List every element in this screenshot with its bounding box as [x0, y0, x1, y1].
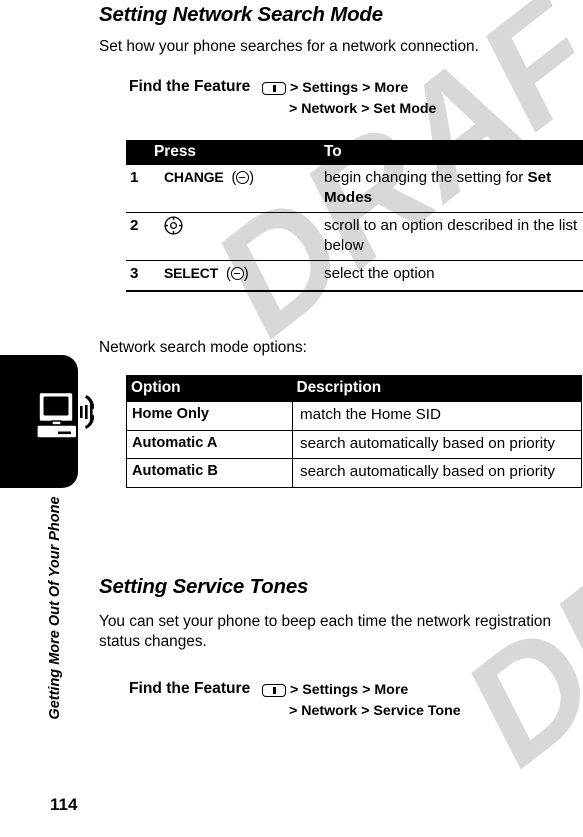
menu-path-line-2: > Network > Set Mode [289, 101, 437, 117]
options-intro: Network search mode options: [99, 339, 307, 356]
table-row: Automatic B search automatically based o… [126, 458, 582, 488]
chapter-title: Getting More Out Of Your Phone [47, 496, 63, 720]
find-the-feature-service-tones: Find the Feature > Settings > More > Net… [99, 680, 567, 722]
menu-path-line-1: > Settings > More [290, 80, 409, 96]
page-content: Setting Network Search Mode Set how your… [99, 0, 583, 837]
menu-key-icon [262, 82, 286, 95]
options-table-header-row: Option Description [126, 375, 582, 402]
table-row: 3 SELECT () select the option [126, 260, 583, 292]
option-description: search automatically based on priority [292, 458, 582, 488]
soft-key-paren: () [222, 266, 249, 282]
find-the-feature-label: Find the Feature [129, 680, 251, 697]
section-heading-service-tones: Setting Service Tones [99, 575, 309, 598]
step-description: begin changing the setting for Set Modes [320, 165, 583, 213]
soft-key-icon [236, 171, 250, 184]
table-row: Automatic A search automatically based o… [126, 429, 582, 459]
page-title: Setting Network Search Mode [99, 3, 383, 26]
page-number: 114 [50, 795, 78, 814]
menu-key-icon [262, 684, 286, 697]
options-header-option: Option [126, 375, 293, 402]
navigation-key-icon [164, 216, 183, 235]
step-description-text: begin changing the setting for [324, 169, 528, 186]
soft-key-paren: () [227, 170, 255, 186]
step-number: 2 [126, 212, 150, 261]
table-row: 2 scroll to an option described in the l… [126, 212, 583, 261]
step-description: select the option [320, 260, 583, 292]
find-the-feature-network-search: Find the Feature > Settings > More > Net… [99, 78, 567, 120]
soft-key-label: CHANGE [164, 169, 224, 185]
computer-phone-icon [36, 391, 102, 450]
steps-header-to: To [320, 140, 583, 165]
option-name: Home Only [126, 401, 293, 431]
options-header-description: Description [292, 375, 582, 402]
step-press-keys: CHANGE () [150, 165, 320, 213]
section-intro-network-search: Set how your phone searches for a networ… [99, 38, 479, 55]
option-description: search automatically based on priority [292, 429, 582, 459]
find-the-feature-label: Find the Feature [129, 78, 251, 95]
step-description: scroll to an option described in the lis… [320, 212, 583, 261]
section-intro-service-tones: You can set your phone to beep each time… [99, 613, 552, 650]
steps-table-header-row: Press To [126, 140, 583, 165]
option-name: Automatic B [126, 458, 293, 488]
steps-header-press: Press [150, 140, 320, 165]
menu-path-line-2: > Network > Service Tone [289, 703, 461, 719]
option-name: Automatic A [126, 429, 293, 459]
steps-header-number [126, 140, 150, 165]
step-press-keys: SELECT () [150, 260, 320, 292]
menu-path-line-1: > Settings > More [290, 682, 409, 698]
options-table: Option Description Home Only match the H… [126, 375, 582, 488]
soft-key-label: SELECT [164, 265, 219, 281]
find-the-feature-path: > Settings > More > Network > Service To… [262, 680, 567, 722]
step-number: 1 [126, 165, 150, 213]
steps-table: Press To 1 CHANGE () begin changing the … [126, 140, 583, 292]
step-number: 3 [126, 260, 150, 292]
step-press-keys [150, 212, 320, 261]
find-the-feature-path: > Settings > More > Network > Set Mode [262, 78, 567, 120]
soft-key-icon [230, 267, 244, 280]
table-row: Home Only match the Home SID [126, 401, 582, 431]
table-row: 1 CHANGE () begin changing the setting f… [126, 165, 583, 213]
option-description: match the Home SID [292, 401, 582, 431]
